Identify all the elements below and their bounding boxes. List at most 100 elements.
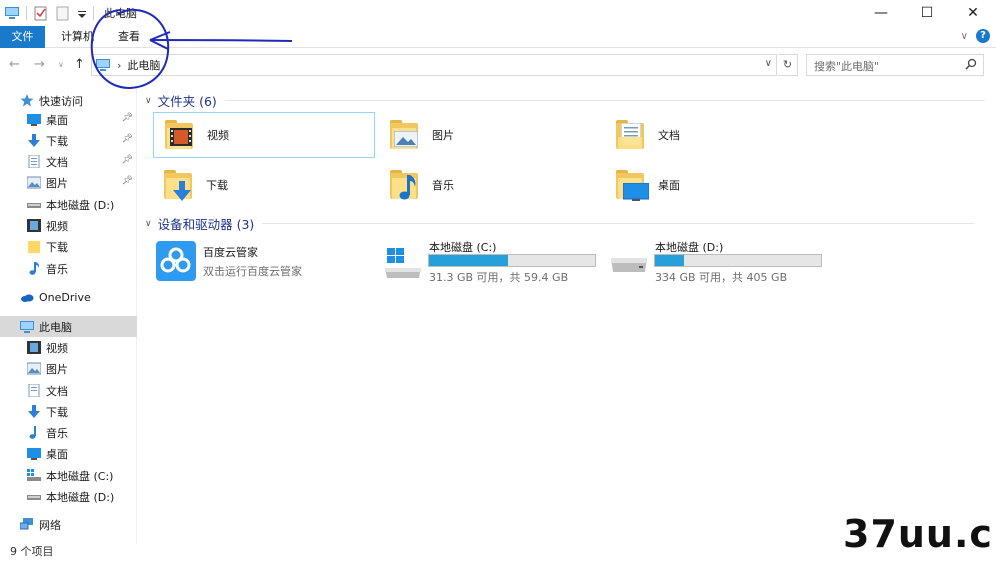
- sidebar-item-pictures[interactable]: 图片 📌︎: [0, 172, 137, 193]
- sidebar-item-downloads-folder[interactable]: 下载: [0, 236, 137, 257]
- address-bar[interactable]: › 此电脑 ∨: [91, 54, 777, 76]
- properties-icon[interactable]: [33, 5, 49, 21]
- sidebar-item-pc-videos[interactable]: 视频: [0, 337, 137, 358]
- help-button[interactable]: ?: [976, 29, 990, 43]
- sidebar-item-label: 视频: [46, 219, 68, 233]
- folder-tile-desktop[interactable]: 桌面: [605, 162, 827, 208]
- group-header-folders[interactable]: ∨ 文件夹 (6): [145, 91, 985, 110]
- sidebar-item-music[interactable]: 音乐: [0, 258, 137, 279]
- sidebar-item-pc-drive-d[interactable]: 本地磁盘 (D:): [0, 486, 137, 507]
- drive-tile-d[interactable]: 本地磁盘 (D:) 334 GB 可用，共 405 GB: [605, 236, 827, 286]
- app-name: 百度云管家: [203, 245, 258, 259]
- tab-computer[interactable]: 计算机: [50, 26, 105, 48]
- sidebar-item-documents[interactable]: 文档 📌︎: [0, 151, 137, 172]
- maximize-button[interactable]: ☐: [904, 0, 950, 26]
- sidebar-item-pc-desktop[interactable]: 桌面: [0, 443, 137, 464]
- forward-arrow-icon[interactable]: →: [34, 54, 45, 76]
- folder-tile-documents[interactable]: 文档: [605, 112, 827, 158]
- sidebar-item-quick-access[interactable]: 快速访问: [0, 90, 137, 111]
- sidebar-item-label: 桌面: [46, 113, 68, 127]
- sidebar-item-downloads[interactable]: 下载 📌︎: [0, 130, 137, 151]
- sidebar-item-label: 本地磁盘 (C:): [46, 469, 114, 483]
- computer-icon: [96, 59, 110, 71]
- drive-usage-bar: [428, 254, 596, 267]
- search-input[interactable]: 搜索"此电脑": [806, 54, 984, 76]
- sidebar-item-pc-downloads[interactable]: 下载: [0, 401, 137, 422]
- sidebar-item-label: 下载: [46, 240, 68, 254]
- back-arrow-icon[interactable]: ←: [9, 54, 20, 76]
- chevron-right-icon: ›: [117, 58, 122, 72]
- picture-icon: [26, 176, 42, 189]
- cloud-icon: [20, 291, 34, 304]
- video-icon: [27, 341, 41, 354]
- app-tile-baidu-cloud[interactable]: 百度云管家 双击运行百度云管家: [153, 236, 375, 286]
- folder-label: 下载: [206, 179, 228, 192]
- sidebar-item-onedrive[interactable]: OneDrive: [0, 287, 137, 308]
- sidebar-item-label: 快速访问: [39, 94, 83, 108]
- ribbon-right: ∨ ?: [961, 29, 990, 43]
- sidebar-item-network[interactable]: 网络: [0, 514, 137, 535]
- folder-tile-pictures[interactable]: 图片: [379, 112, 601, 158]
- pin-icon[interactable]: 📌︎: [122, 134, 133, 144]
- drive-name: 本地磁盘 (D:): [655, 241, 724, 254]
- chevron-down-icon: ∨: [145, 95, 152, 106]
- address-dropdown-icon[interactable]: ∨: [765, 58, 772, 69]
- group-header-devices[interactable]: ∨ 设备和驱动器 (3): [145, 214, 975, 233]
- refresh-button[interactable]: ↻: [778, 54, 798, 76]
- sidebar-item-this-pc[interactable]: 此电脑: [0, 316, 137, 337]
- folder-label: 图片: [432, 129, 454, 142]
- folder-tile-videos[interactable]: 视频: [153, 112, 375, 158]
- sidebar-item-label: 视频: [46, 341, 68, 355]
- new-folder-icon[interactable]: [55, 5, 71, 21]
- sidebar-item-label: 桌面: [46, 447, 68, 461]
- sidebar-item-label: 文档: [46, 384, 68, 398]
- sidebar-item-pc-music[interactable]: 音乐: [0, 422, 137, 443]
- folder-label: 文档: [658, 129, 680, 142]
- quick-access-toolbar: [0, 0, 100, 26]
- separator: [93, 6, 94, 20]
- watermark-logo: 37uu.cn: [843, 512, 996, 556]
- title-bar: 此电脑 — ☐ ✕: [0, 0, 996, 26]
- sidebar-item-pc-pictures[interactable]: 图片: [0, 358, 137, 379]
- breadcrumb-this-pc[interactable]: 此电脑: [127, 57, 160, 73]
- sidebar-item-label: 图片: [46, 362, 68, 376]
- app-description: 双击运行百度云管家: [203, 264, 302, 278]
- sidebar-item-label: 音乐: [46, 262, 68, 276]
- search-placeholder: 搜索"此电脑": [814, 60, 880, 73]
- group-divider: [224, 100, 985, 101]
- customize-dropdown-icon[interactable]: [77, 5, 87, 21]
- drive-free-space: 31.3 GB 可用，共 59.4 GB: [429, 271, 569, 284]
- desktop-icon: [27, 113, 41, 126]
- sidebar-item-label: 音乐: [46, 426, 68, 440]
- navigation-bar: ← → ∨ ↑ › 此电脑 ∨ ↻ 搜索"此电脑": [0, 54, 996, 76]
- sidebar-item-desktop[interactable]: 桌面 📌︎: [0, 109, 137, 130]
- drive-icon: [27, 198, 41, 211]
- tab-file[interactable]: 文件: [0, 26, 45, 48]
- up-arrow-icon[interactable]: ↑: [74, 54, 85, 76]
- downloads-folder-icon: [162, 169, 196, 201]
- document-icon: [27, 383, 41, 398]
- minimize-button[interactable]: —: [858, 0, 904, 26]
- ribbon-tabs: 文件 计算机 查看 ∨ ?: [0, 26, 996, 48]
- sidebar-item-videos[interactable]: 视频: [0, 215, 137, 236]
- pin-icon[interactable]: 📌︎: [122, 176, 133, 186]
- close-button[interactable]: ✕: [950, 0, 996, 26]
- sidebar-item-pc-drive-c[interactable]: 本地磁盘 (C:): [0, 465, 137, 486]
- music-icon: [27, 262, 41, 275]
- download-icon: [27, 134, 41, 147]
- folder-tile-downloads[interactable]: 下载: [153, 162, 375, 208]
- pin-icon[interactable]: 📌︎: [122, 155, 133, 165]
- sidebar-item-drive-d[interactable]: 本地磁盘 (D:): [0, 194, 137, 215]
- navigation-pane: 快速访问 桌面 📌︎ 下载 📌︎ 文档 📌︎ 图片 📌︎ 本地磁盘 (D:) 视…: [0, 84, 137, 544]
- recent-dropdown-icon[interactable]: ∨: [58, 54, 64, 76]
- group-divider: [262, 223, 975, 224]
- pin-icon[interactable]: 📌︎: [122, 113, 133, 123]
- desktop-icon: [27, 447, 41, 460]
- expand-ribbon-button[interactable]: ∨: [961, 31, 968, 42]
- sidebar-item-pc-documents[interactable]: 文档: [0, 380, 137, 401]
- drive-tile-c[interactable]: 本地磁盘 (C:) 31.3 GB 可用，共 59.4 GB: [379, 236, 601, 286]
- video-icon: [27, 219, 41, 232]
- folder-tile-music[interactable]: 音乐: [379, 162, 601, 208]
- tab-view[interactable]: 查看: [108, 26, 150, 48]
- star-icon: [20, 94, 34, 107]
